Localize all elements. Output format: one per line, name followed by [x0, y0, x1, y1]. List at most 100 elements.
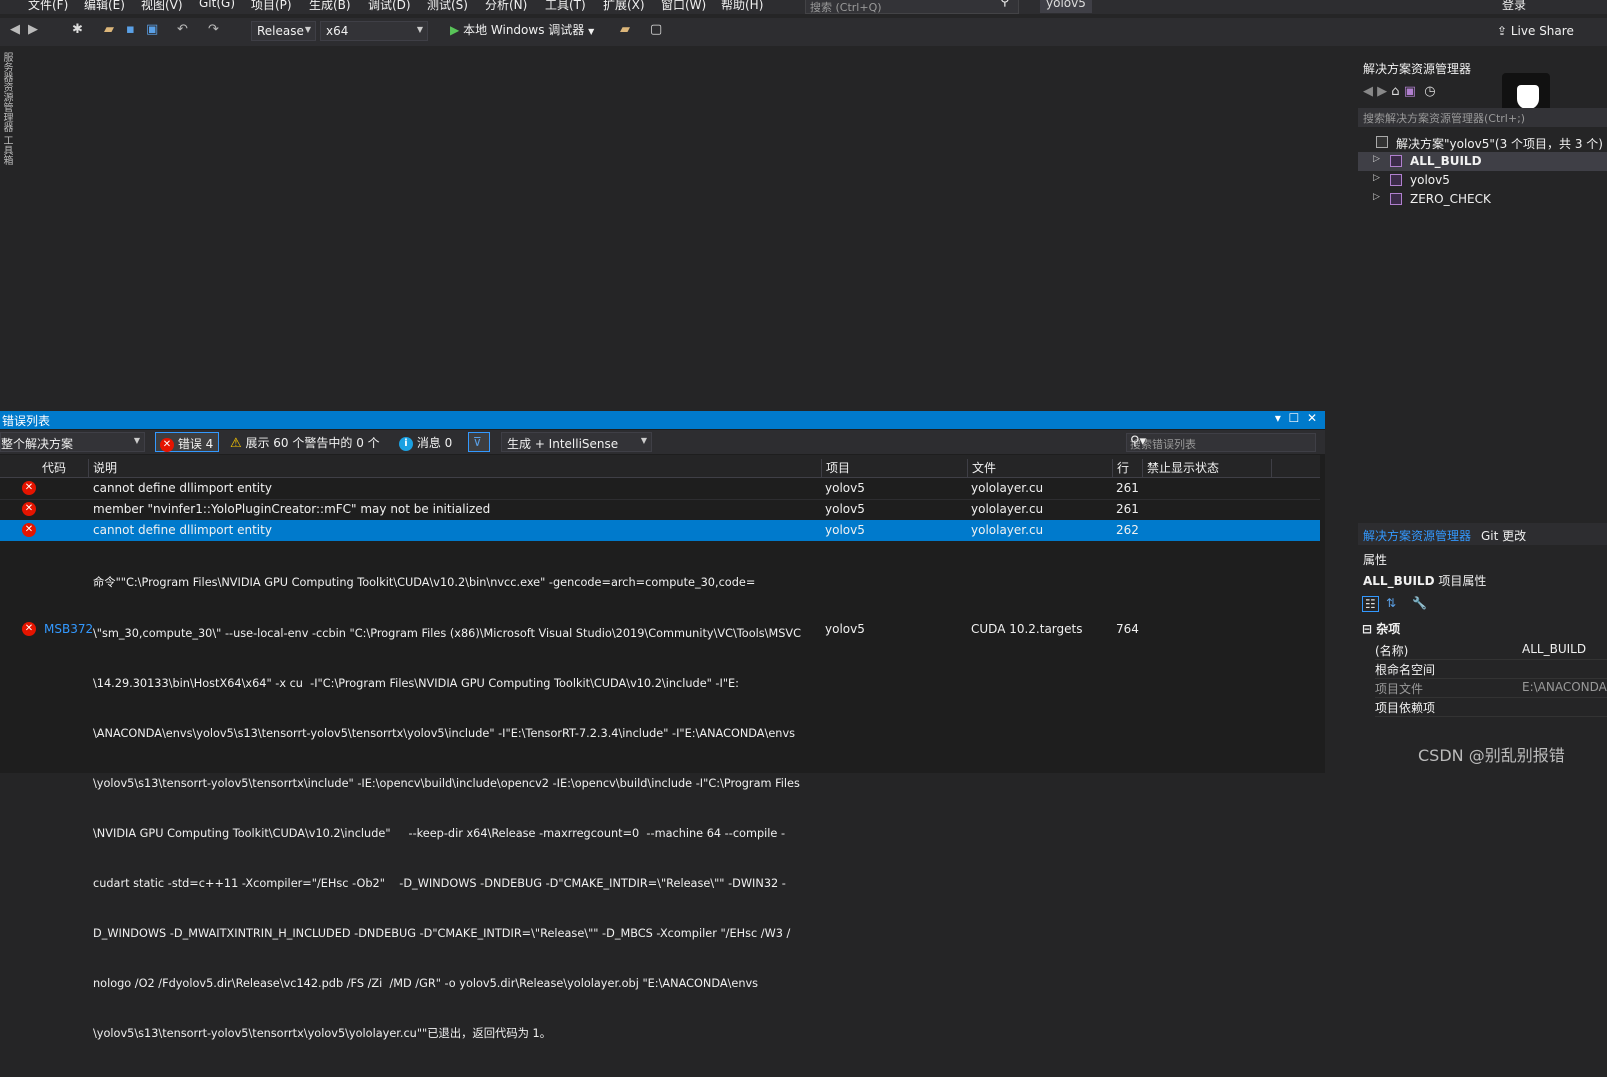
toolbar: ◀ ▶ ✱ ▰ ▪ ▣ ↶ ↷ Release ▼ x64 ▼ ▶ 本地 Windo…: [0, 18, 1607, 46]
open-folder-icon[interactable]: ▰: [104, 22, 114, 37]
close-icon[interactable]: ✕: [1307, 411, 1317, 425]
scope-select[interactable]: 整个解决方案 ▼: [0, 432, 145, 452]
menu-window[interactable]: 窗口(W): [661, 0, 706, 13]
messages-filter-toggle[interactable]: i 消息 0: [395, 432, 456, 452]
warnings-filter-toggle[interactable]: ⚠ 展示 60 个警告中的 0 个: [226, 432, 384, 452]
column-header-code[interactable]: 代码: [38, 459, 66, 477]
solution-search-placeholder: 搜索解决方案资源管理器(Ctrl+;): [1363, 112, 1526, 125]
tree-item-yolov5[interactable]: ▷ yolov5: [1358, 171, 1607, 190]
error-file: yololayer.cu: [971, 502, 1044, 516]
column-header-file[interactable]: 文件: [967, 459, 996, 477]
menu-git[interactable]: Git(G): [199, 0, 235, 10]
search-icon[interactable]: ⚲: [1000, 0, 1010, 9]
menu-help[interactable]: 帮助(H): [721, 0, 763, 13]
error-list-header: 代码 说明 项目 文件 行 禁止显示状态: [0, 455, 1320, 478]
table-row[interactable]: ✕ cannot define dllimport entity yolov5 …: [0, 478, 1320, 500]
redo-icon[interactable]: ↷: [208, 22, 219, 37]
build-source-select[interactable]: 生成 + IntelliSense ▼: [501, 432, 652, 452]
messages-filter-label: 消息 0: [416, 436, 453, 450]
error-file: yololayer.cu: [971, 523, 1044, 537]
tree-item-all-build[interactable]: ▷ ALL_BUILD: [1358, 152, 1607, 171]
expand-icon[interactable]: ▷: [1373, 173, 1380, 183]
description-line: \"sm_30,compute_30\" --use-local-env -cc…: [93, 626, 801, 640]
chevron-down-icon: ▼: [416, 25, 423, 34]
property-pages-icon[interactable]: 🔧: [1412, 596, 1427, 610]
table-row[interactable]: ✕ cannot define dllimport entity yolov5 …: [0, 520, 1320, 541]
chevron-down-icon: ▼: [304, 25, 311, 34]
project-icon: [1390, 193, 1402, 205]
platform-select[interactable]: x64 ▼: [320, 21, 428, 41]
back-icon[interactable]: ◀: [10, 22, 20, 37]
categorized-icon[interactable]: ☷: [1362, 596, 1379, 612]
global-search-input[interactable]: 搜索 (Ctrl+Q): [805, 0, 1019, 14]
screenshot-icon[interactable]: ▢: [650, 22, 662, 37]
table-row[interactable]: ✕ member "nvinfer1::YoloPluginCreator::m…: [0, 499, 1320, 521]
error-search-input[interactable]: 搜索错误列表 ⚲▾: [1126, 433, 1316, 452]
property-key: (名称): [1375, 644, 1409, 658]
error-list-titlebar: 错误列表 ▾ ☐ ✕: [0, 411, 1325, 429]
property-row[interactable]: (名称) ALL_BUILD: [1375, 640, 1607, 660]
column-header-project[interactable]: 项目: [821, 459, 850, 477]
forward-icon[interactable]: ▶: [1377, 84, 1387, 99]
home-icon[interactable]: ⌂: [1391, 84, 1399, 99]
menu-tools[interactable]: 工具(T): [545, 0, 586, 13]
description-line: \yolov5\s13\tensorrt-yolov5\tensorrtx\in…: [93, 776, 800, 790]
project-icon: [1390, 174, 1402, 186]
property-row[interactable]: 项目依赖项: [1375, 697, 1607, 717]
properties-object[interactable]: ALL_BUILD 项目属性: [1363, 572, 1486, 589]
project-label: yolov5: [1410, 173, 1450, 187]
back-icon[interactable]: ◀: [1363, 84, 1373, 99]
tab-solution-explorer[interactable]: 解决方案资源管理器: [1363, 527, 1471, 544]
left-side-tabs[interactable]: 服务器资源管理器 工具箱: [0, 52, 14, 202]
column-header-line[interactable]: 行: [1112, 459, 1129, 477]
switch-views-icon[interactable]: ▣: [1404, 84, 1416, 99]
menu-edit[interactable]: 编辑(E): [84, 0, 125, 13]
menu-project[interactable]: 项目(P): [251, 0, 292, 13]
menu-file[interactable]: 文件(F): [28, 0, 68, 13]
error-description: cannot define dllimport entity: [93, 481, 272, 495]
property-category[interactable]: ⊟ 杂项: [1362, 620, 1400, 637]
solution-node[interactable]: 解决方案"yolov5"(3 个项目，共 3 个): [1358, 133, 1607, 152]
menu-view[interactable]: 视图(V): [141, 0, 183, 13]
watermark: CSDN @别乱别报错: [1418, 746, 1565, 765]
table-row[interactable]: ✕ MSB372 命令""C:\Program Files\NVIDIA GPU…: [0, 542, 1320, 1040]
column-header-description[interactable]: 说明: [88, 459, 117, 477]
filter-icon[interactable]: ⊽: [468, 432, 490, 452]
window-position-icon[interactable]: ▾: [1275, 411, 1281, 425]
description-line: cudart static -std=c++11 -Xcompiler="/EH…: [93, 877, 786, 891]
history-icon[interactable]: ◷: [1424, 84, 1435, 99]
errors-filter-toggle[interactable]: ✕ 错误 4: [155, 432, 219, 452]
properties-title: 属性: [1363, 553, 1388, 567]
menu-debug[interactable]: 调试(D): [368, 0, 411, 13]
save-all-icon[interactable]: ▣: [146, 22, 158, 37]
expand-icon[interactable]: ▷: [1373, 192, 1380, 202]
property-row[interactable]: 根命名空间: [1375, 659, 1607, 679]
menu-test[interactable]: 测试(S): [427, 0, 468, 13]
live-share-button[interactable]: ⇪ Live Share: [1497, 24, 1574, 38]
maximize-icon[interactable]: ☐: [1289, 411, 1300, 425]
solution-search-input[interactable]: 搜索解决方案资源管理器(Ctrl+;): [1358, 108, 1607, 127]
save-icon[interactable]: ▪: [126, 22, 135, 37]
undo-icon[interactable]: ↶: [177, 22, 188, 37]
property-value: ALL_BUILD: [1522, 642, 1587, 656]
find-in-files-icon[interactable]: ▰: [620, 22, 630, 37]
menu-analyze[interactable]: 分析(N): [485, 0, 527, 13]
solution-icon: [1376, 136, 1388, 148]
solution-explorer-title: 解决方案资源管理器: [1363, 62, 1472, 76]
column-header-suppression[interactable]: 禁止显示状态: [1142, 459, 1272, 477]
property-category-label: 杂项: [1376, 622, 1401, 636]
login-link[interactable]: 登录: [1502, 0, 1526, 13]
expand-icon[interactable]: ▷: [1373, 154, 1380, 164]
menu-build[interactable]: 生成(B): [309, 0, 351, 13]
menu-extensions[interactable]: 扩展(X): [603, 0, 645, 13]
error-code-link[interactable]: MSB372: [44, 622, 93, 636]
start-debugging-button[interactable]: ▶ 本地 Windows 调试器 ▼: [450, 21, 594, 38]
forward-icon[interactable]: ▶: [28, 22, 38, 37]
description-line: D_WINDOWS -D_MWAITXINTRIN_H_INCLUDED -DN…: [93, 927, 791, 941]
new-project-icon[interactable]: ✱: [72, 22, 83, 37]
alphabetical-icon[interactable]: ⇅: [1386, 596, 1396, 610]
configuration-select[interactable]: Release ▼: [251, 21, 316, 41]
property-row[interactable]: 项目文件 E:\ANACONDA: [1375, 678, 1607, 698]
tab-git-changes[interactable]: Git 更改: [1481, 527, 1526, 544]
tree-item-zero-check[interactable]: ▷ ZERO_CHECK: [1358, 190, 1607, 209]
